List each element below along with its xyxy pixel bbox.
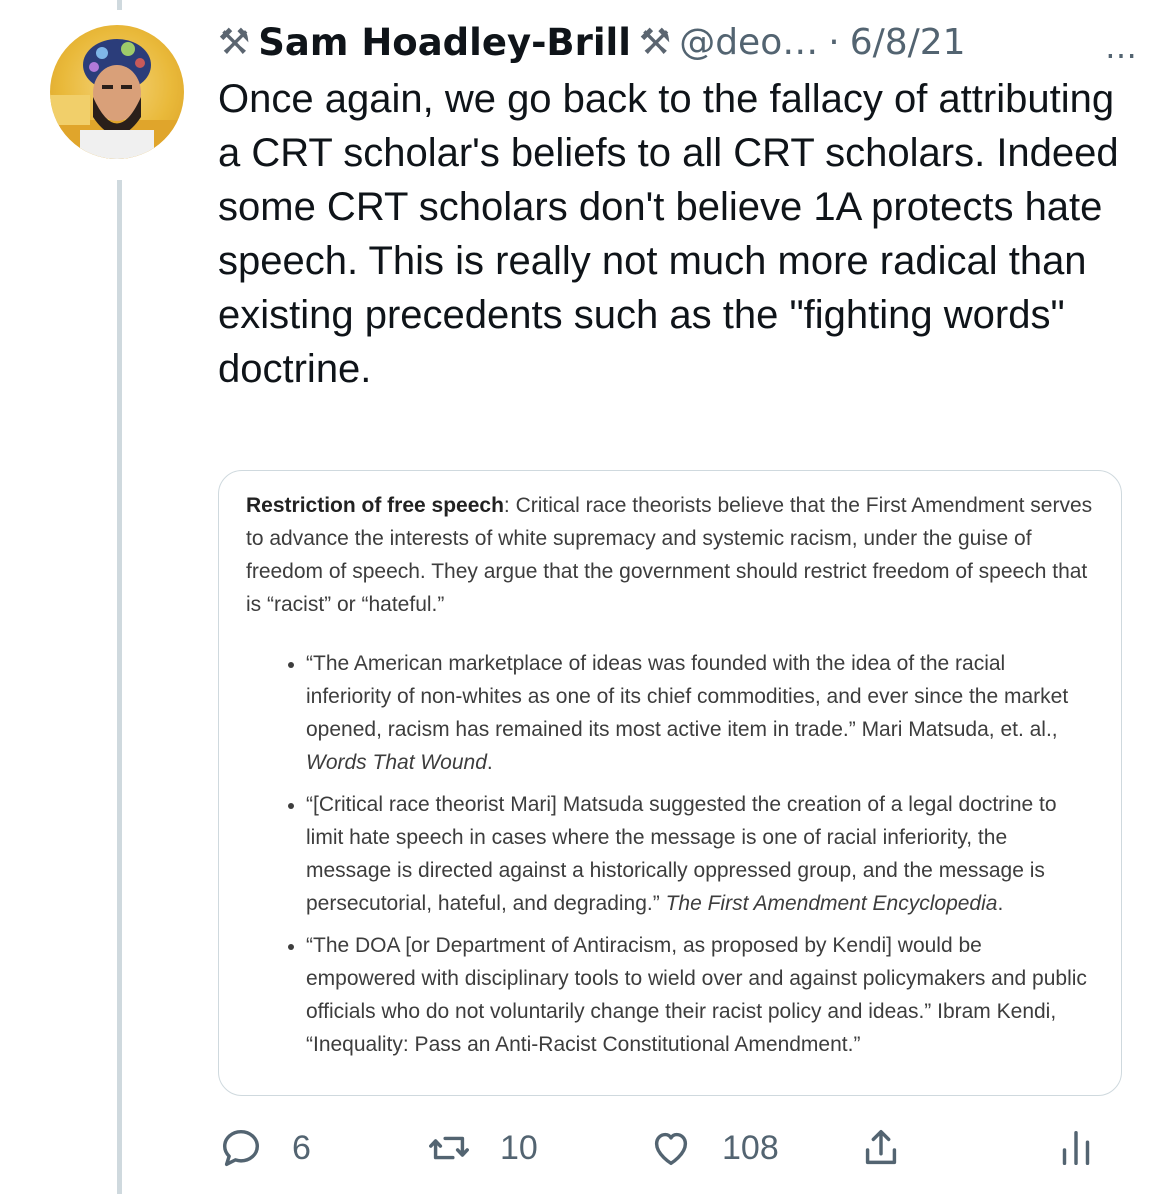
thread-connector-line [117,180,122,1194]
thread-line-top [117,0,122,10]
analytics-button[interactable] [1053,1118,1099,1178]
avatar-image [50,39,184,159]
reply-button[interactable]: 6 [218,1118,311,1178]
tweet-actions: 6 10 108 [218,1118,1118,1178]
hammer-pick-icon: ⚒ [638,21,672,63]
hammer-pick-icon: ⚒ [218,21,251,63]
retweet-button[interactable]: 10 [426,1118,538,1178]
quote-text: “The DOA [or Department of Antiracism, a… [306,934,1087,1056]
more-options-icon[interactable]: … [1105,28,1139,66]
tweet-header: ⚒ Sam Hoadley-Brill ⚒ @deo… · 6/8/21 … [218,14,1139,70]
tweet-text: Once again, we go back to the fallacy of… [218,77,1119,391]
document-intro: Restriction of free speech: Critical rac… [246,489,1096,621]
author-handle[interactable]: @deo… [679,22,818,63]
heart-icon [654,1132,688,1166]
quote-tail: . [997,892,1004,915]
quote-source: The First Amendment Encyclopedia [665,892,998,915]
tweet-date[interactable]: 6/8/21 [850,22,966,63]
separator-dot: · [828,21,840,63]
avatar[interactable] [50,25,184,159]
retweet-count: 10 [500,1128,538,1167]
share-icon [865,1129,897,1165]
share-button[interactable] [858,1118,904,1178]
list-item: “The American marketplace of ideas was f… [306,647,1096,779]
quote-list: “The American marketplace of ideas was f… [246,647,1096,1061]
list-item: “The DOA [or Department of Antiracism, a… [306,929,1096,1061]
like-button[interactable]: 108 [648,1118,779,1178]
quote-text: “The American marketplace of ideas was f… [306,652,1069,741]
reply-icon [222,1129,260,1167]
analytics-icon [1062,1130,1090,1166]
quoted-document: Restriction of free speech: Critical rac… [246,489,1096,1070]
document-heading: Restriction of free speech [246,494,504,517]
list-item: “[Critical race theorist Mari] Matsuda s… [306,788,1096,920]
quote-tail: . [486,751,493,774]
quote-source: Words That Wound [306,751,487,774]
retweet-icon [429,1136,469,1160]
like-count: 108 [722,1128,779,1167]
reply-count: 6 [292,1128,311,1167]
attached-image[interactable]: Restriction of free speech: Critical rac… [218,470,1122,1096]
author-name[interactable]: Sam Hoadley-Brill [258,21,631,64]
